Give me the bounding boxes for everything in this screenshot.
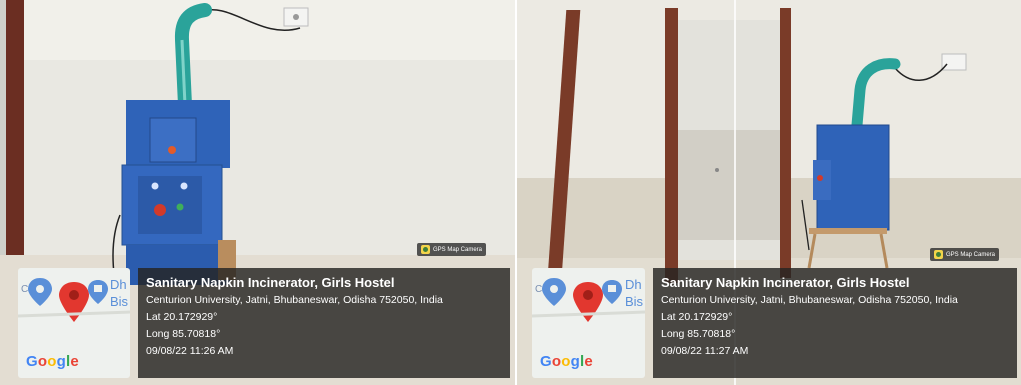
camera-app-icon xyxy=(421,245,430,254)
latitude-text: Lat 20.172929° xyxy=(146,311,218,323)
google-logo: Google xyxy=(26,353,79,370)
photo-left: GPS Map Camera C Dh Bis Google Sanitary N… xyxy=(0,0,515,385)
map-thumbnail: C Dh Bis Google xyxy=(18,268,130,378)
badge-label: GPS Map Camera xyxy=(946,251,996,258)
location-title: Sanitary Napkin Incinerator, Girls Hoste… xyxy=(146,275,395,290)
address-text: Centurion University, Jatni, Bhubaneswar… xyxy=(661,294,958,306)
location-pin-icon xyxy=(573,282,603,322)
badge-label: GPS Map Camera xyxy=(433,246,483,253)
gps-camera-badge: GPS Map Camera xyxy=(930,248,1000,261)
location-title: Sanitary Napkin Incinerator, Girls Hoste… xyxy=(661,275,910,290)
timestamp-text: 09/08/22 11:26 AM xyxy=(146,345,234,357)
location-info-panel: Sanitary Napkin Incinerator, Girls Hoste… xyxy=(653,268,1017,378)
location-info-panel: Sanitary Napkin Incinerator, Girls Hoste… xyxy=(138,268,510,378)
gps-camera-badge: GPS Map Camera xyxy=(417,243,487,256)
map-fragment-right: Dh Bis xyxy=(110,277,129,309)
longitude-text: Long 85.70818° xyxy=(661,328,736,340)
latitude-text: Lat 20.172929° xyxy=(661,311,733,323)
location-pin-icon xyxy=(59,282,89,322)
longitude-text: Long 85.70818° xyxy=(146,328,221,340)
map-fragment-right: Dh Bis xyxy=(625,277,644,309)
timestamp-text: 09/08/22 11:27 AM xyxy=(661,345,749,357)
address-text: Centurion University, Jatni, Bhubaneswar… xyxy=(146,294,443,306)
google-logo: Google xyxy=(540,353,593,370)
map-thumbnail: C Dh Bis Google xyxy=(532,268,645,378)
photo-right: GPS Map Camera C Dh Bis Google Sanitary N… xyxy=(517,0,1021,385)
camera-app-icon xyxy=(934,250,943,259)
